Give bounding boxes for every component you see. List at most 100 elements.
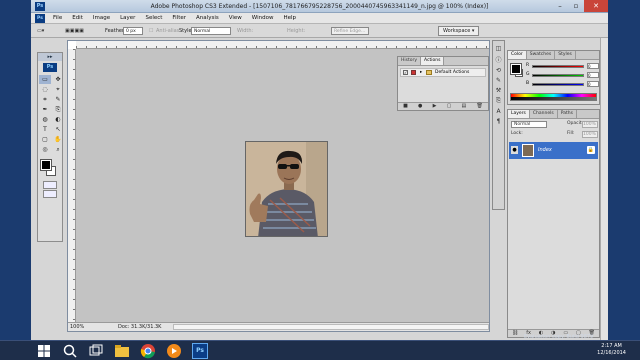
record-icon[interactable]: ● <box>418 103 422 110</box>
opacity-input[interactable]: 100% <box>582 121 598 128</box>
quick-mask-button[interactable] <box>43 181 57 189</box>
close-button[interactable]: ✕ <box>584 0 608 12</box>
menu-image[interactable]: Image <box>88 13 115 23</box>
play-icon[interactable]: ▶ <box>433 103 437 110</box>
zoom-level[interactable]: 100% <box>70 323 84 331</box>
feather-input[interactable]: 0 px <box>123 27 143 35</box>
layer-row-index[interactable]: ● Index 🔒 <box>509 142 598 159</box>
info-icon[interactable]: ⓘ <box>495 55 501 64</box>
color-fg-swatch[interactable] <box>510 63 522 75</box>
search-icon[interactable] <box>62 343 78 359</box>
path-selection-tool-icon[interactable]: ↖ <box>52 125 64 134</box>
paragraph-icon[interactable]: ¶ <box>497 118 501 125</box>
marquee-tool-preset-icon[interactable]: ▭▾ <box>37 24 44 38</box>
system-clock[interactable]: 2:17 AM 12/16/2014 <box>597 343 626 357</box>
evaluation-watermark: Evaluation copy. Build 9879 <box>524 334 594 340</box>
canvas-photo[interactable] <box>245 141 328 237</box>
task-view-icon[interactable] <box>88 343 104 359</box>
dialog-toggle-icon[interactable] <box>411 70 416 75</box>
media-player-icon[interactable] <box>166 343 182 359</box>
blue-value[interactable]: 0 <box>587 81 599 87</box>
menu-select[interactable]: Select <box>140 13 167 23</box>
file-explorer-icon[interactable] <box>114 343 130 359</box>
tab-styles[interactable]: Styles <box>555 51 576 59</box>
toolbox-grip[interactable]: ▸▸ <box>38 53 62 61</box>
tab-channels[interactable]: Channels <box>530 110 558 118</box>
photoshop-badge-icon: Ps <box>43 63 57 72</box>
eyedropper-tool-icon[interactable]: ◎ <box>39 145 51 154</box>
delete-icon[interactable]: 🗑 <box>476 103 482 110</box>
quick-selection-tool-icon[interactable]: ⌖ <box>52 85 64 94</box>
link-layers-icon[interactable]: ⛓ <box>512 330 518 337</box>
color-spectrum-bar[interactable] <box>510 93 597 101</box>
menu-filter[interactable]: Filter <box>167 13 191 23</box>
tab-paths[interactable]: Paths <box>558 110 577 118</box>
minimize-button[interactable]: – <box>552 0 568 12</box>
new-action-icon[interactable]: ▤ <box>462 103 467 110</box>
blue-slider[interactable] <box>532 83 584 86</box>
history-icon[interactable]: ⟲ <box>496 67 501 74</box>
layer-name[interactable]: Index <box>538 142 552 159</box>
refine-edge-button[interactable]: Refine Edge... <box>331 27 369 35</box>
start-windows-icon[interactable] <box>36 343 52 359</box>
menu-analysis[interactable]: Analysis <box>191 13 224 23</box>
green-value[interactable]: 0 <box>587 72 599 78</box>
workspace-button[interactable]: Workspace ▾ <box>438 26 480 36</box>
stop-icon[interactable]: ■ <box>403 103 408 110</box>
foreground-color-swatch[interactable] <box>40 159 52 171</box>
type-tool-icon[interactable]: T <box>39 125 51 134</box>
menu-help[interactable]: Help <box>278 13 301 23</box>
right-scrollbar[interactable] <box>600 38 608 340</box>
action-toggle-checkbox[interactable]: ✓ <box>403 70 408 75</box>
marquee-tool-icon[interactable]: ▭ <box>39 75 51 84</box>
hand-tool-icon[interactable]: ✋ <box>52 135 64 144</box>
zoom-tool-icon[interactable]: ⌕ <box>52 145 64 154</box>
gradient-tool-icon[interactable]: ◐ <box>52 115 64 124</box>
tab-actions[interactable]: Actions <box>421 57 445 65</box>
brush-tool-icon[interactable]: ✎ <box>52 95 64 104</box>
fill-input[interactable]: 100% <box>582 131 598 138</box>
tab-history[interactable]: History <box>398 57 422 65</box>
app-menu-icon[interactable]: Ps <box>35 14 45 23</box>
antialias-checkbox[interactable]: ☐ <box>149 24 153 38</box>
document-size-info[interactable]: Doc: 31.3K/31.3K <box>118 323 161 331</box>
tool-presets-icon[interactable]: ⚒ <box>496 87 501 94</box>
chrome-icon[interactable] <box>140 343 156 359</box>
expand-arrow-icon[interactable]: ▸ <box>420 69 422 76</box>
horizontal-scrollbar[interactable] <box>173 324 489 330</box>
menu-layer[interactable]: Layer <box>115 13 140 23</box>
crop-tool-icon[interactable]: ⌗ <box>39 95 51 104</box>
red-value[interactable]: 0 <box>587 63 599 69</box>
action-set-row[interactable]: ✓ ▸ Default Actions <box>400 68 486 77</box>
eraser-tool-icon[interactable]: ◍ <box>39 115 51 124</box>
eye-icon[interactable]: ● <box>511 146 518 154</box>
lasso-tool-icon[interactable]: ◌ <box>39 85 51 94</box>
red-slider[interactable] <box>532 65 584 68</box>
tab-color[interactable]: Color <box>508 51 527 59</box>
green-slider[interactable] <box>532 74 584 77</box>
menu-edit[interactable]: Edit <box>67 13 88 23</box>
menu-window[interactable]: Window <box>247 13 279 23</box>
move-tool-icon[interactable]: ✥ <box>52 75 64 84</box>
clone-source-icon[interactable]: ⎘ <box>496 97 501 105</box>
blend-mode-select[interactable]: Normal <box>511 121 547 128</box>
selection-mode-icons[interactable]: ▣▣▣▣ <box>65 24 84 38</box>
maximize-button[interactable]: ▫ <box>568 0 584 12</box>
character-icon[interactable]: A <box>496 108 500 115</box>
menu-file[interactable]: File <box>48 13 67 23</box>
screen-mode-button[interactable] <box>43 190 57 198</box>
clone-stamp-tool-icon[interactable]: ⎘ <box>52 105 64 114</box>
tab-layers[interactable]: Layers <box>508 110 530 118</box>
menu-view[interactable]: View <box>224 13 247 23</box>
style-select[interactable]: Normal <box>191 27 231 35</box>
layer-thumbnail <box>522 144 534 157</box>
photoshop-taskbar-icon[interactable]: Ps <box>192 343 208 359</box>
navigator-icon[interactable]: ◫ <box>496 45 502 52</box>
new-set-icon[interactable]: ▢ <box>447 103 452 110</box>
brushes-icon[interactable]: ✎ <box>496 77 501 84</box>
pen-tool-icon[interactable]: ✒ <box>39 105 51 114</box>
color-panel-tabs: Color Swatches Styles <box>508 51 599 60</box>
fill-label: Fill: <box>567 131 575 136</box>
tab-swatches[interactable]: Swatches <box>527 51 556 59</box>
shape-tool-icon[interactable]: ▢ <box>39 135 51 144</box>
